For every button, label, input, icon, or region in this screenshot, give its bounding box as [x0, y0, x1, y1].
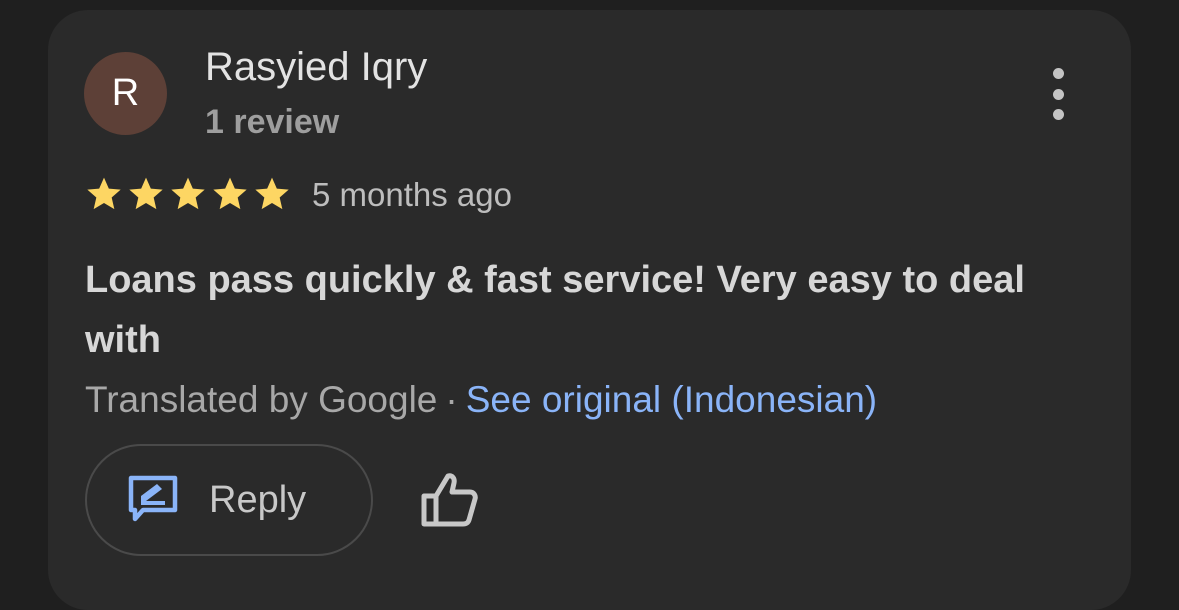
avatar[interactable]: R [84, 52, 167, 135]
star-icon [252, 174, 292, 214]
see-original-link[interactable]: See original (Indonesian) [466, 379, 877, 420]
reply-edit-icon [127, 472, 179, 529]
star-icon [168, 174, 208, 214]
review-text: Loans pass quickly & fast service! Very … [85, 259, 1025, 361]
star-icon [210, 174, 250, 214]
translation-line: Translated by Google · See original (Indon… [85, 377, 877, 423]
star-rating [84, 174, 292, 214]
thumbs-up-icon[interactable] [418, 468, 482, 532]
avatar-initial: R [111, 72, 140, 114]
more-vert-icon[interactable] [1030, 62, 1086, 126]
menu-dot [1052, 68, 1064, 79]
reply-button[interactable]: Reply [85, 444, 373, 556]
review-time: 5 months ago [312, 176, 512, 213]
star-icon [126, 174, 166, 214]
separator-dot: · [445, 379, 458, 420]
menu-dot [1052, 109, 1064, 120]
reply-label: Reply [209, 478, 307, 521]
menu-dot [1052, 88, 1064, 100]
review-count: 1 review [205, 103, 340, 141]
star-icon [84, 174, 124, 214]
reviewer-name[interactable]: Rasyied Iqry [205, 42, 427, 92]
translated-by-label: Translated by Google [85, 379, 438, 420]
